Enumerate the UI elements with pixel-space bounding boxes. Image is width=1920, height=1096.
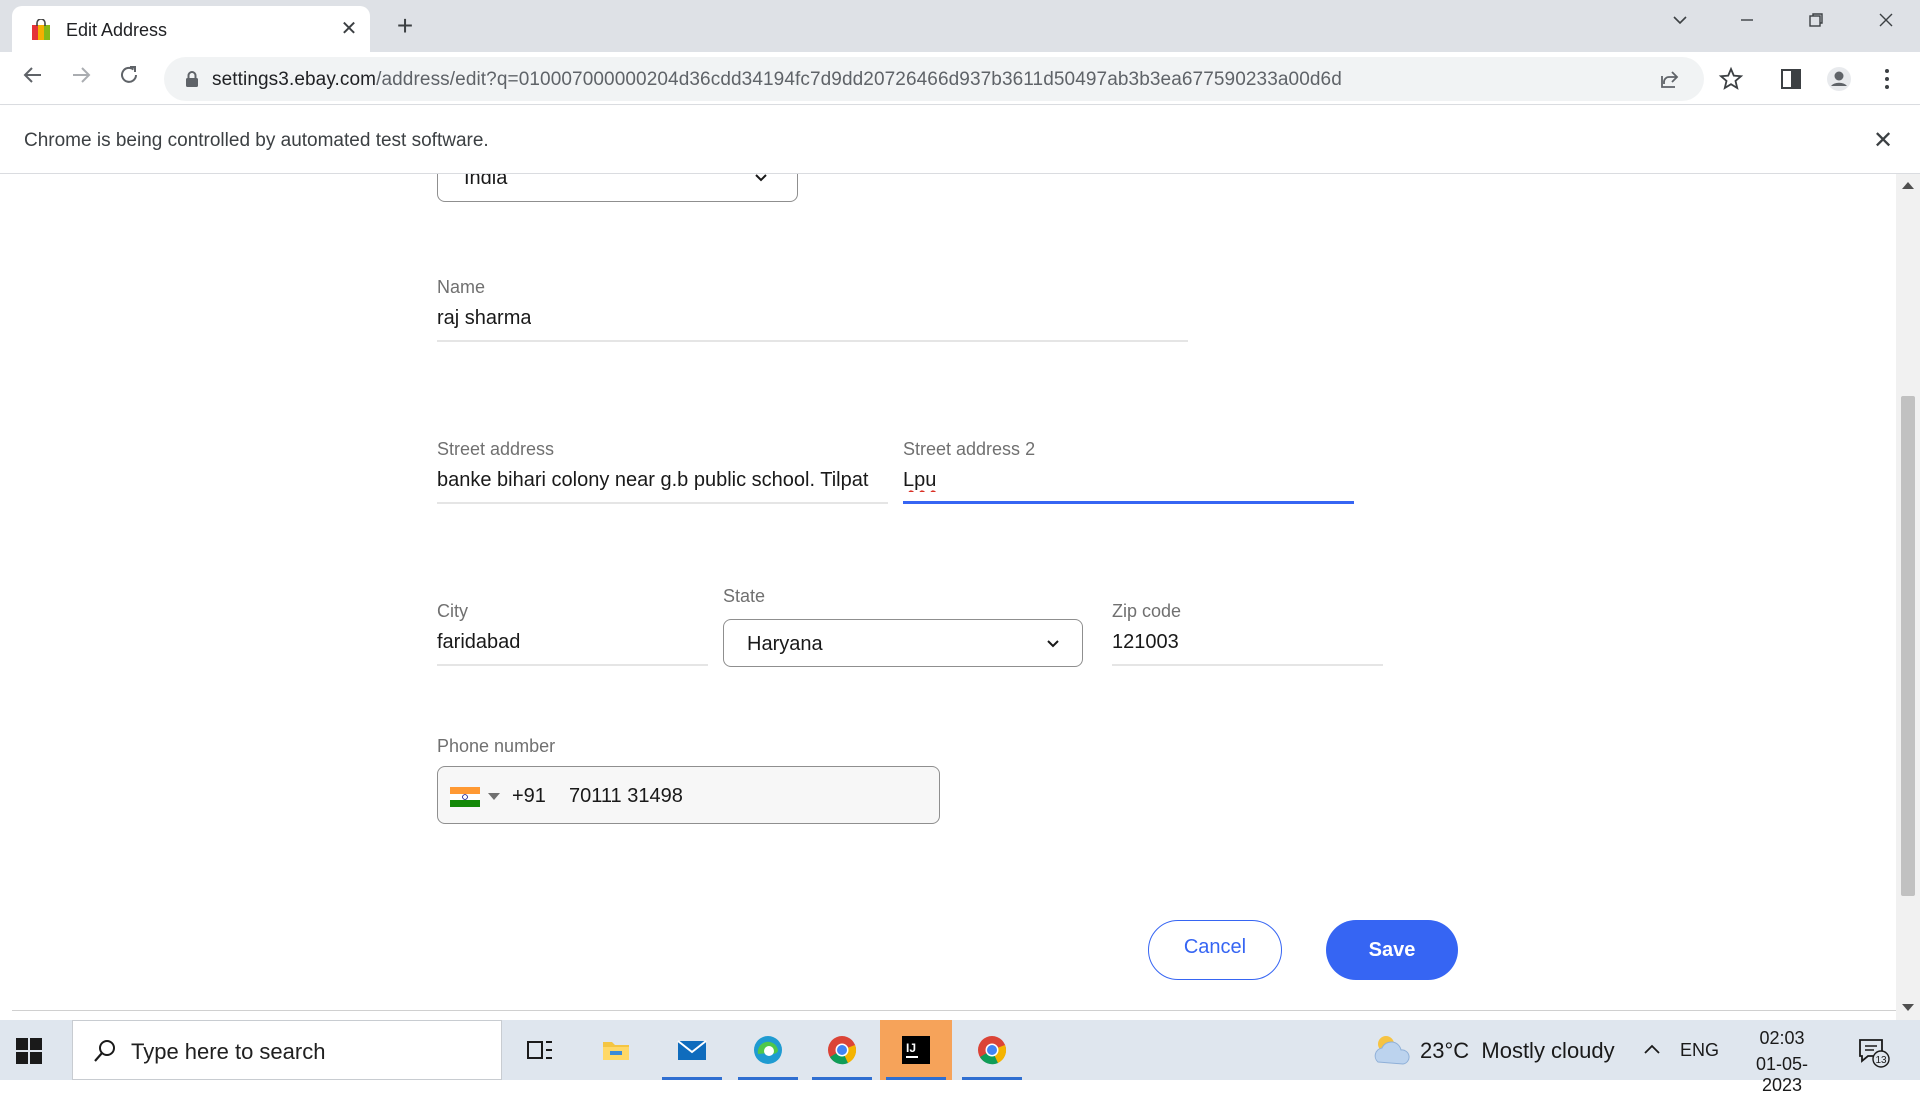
close-tab-icon[interactable]: ✕ <box>336 16 362 42</box>
browser-toolbar: settings3.ebay.com/address/edit?q=010007… <box>0 52 1920 105</box>
ebay-favicon-icon <box>32 19 50 40</box>
city-underline <box>437 664 708 666</box>
city-field[interactable]: faridabad <box>437 631 520 654</box>
phone-number-label: Phone number <box>437 736 556 756</box>
street-address-underline <box>437 502 888 504</box>
notification-count: 13 <box>1875 1055 1887 1066</box>
country-value: India <box>464 174 508 189</box>
url-host: settings3.ebay.com <box>212 69 377 90</box>
tab-edit-address[interactable]: Edit Address ✕ <box>12 6 370 52</box>
tab-title: Edit Address <box>66 20 168 40</box>
clock-date[interactable]: 01-05-2023 <box>1736 1054 1828 1096</box>
back-button[interactable] <box>16 62 50 96</box>
language-indicator[interactable]: ENG <box>1680 1040 1719 1061</box>
name-underline <box>437 340 1188 342</box>
automation-infobar: Chrome is being controlled by automated … <box>0 106 1920 174</box>
edge-browser-icon <box>754 1036 782 1064</box>
state-value: Haryana <box>747 633 823 655</box>
name-field[interactable]: raj sharma <box>437 307 531 330</box>
zip-code-field[interactable]: 121003 <box>1112 631 1179 654</box>
edit-address-form: India Name raj sharma Street address ban… <box>0 174 1896 1022</box>
scroll-down-arrow-icon[interactable] <box>1902 1004 1914 1011</box>
street-address-2-underline <box>903 501 1354 504</box>
minimize-button[interactable] <box>1727 8 1767 38</box>
lock-icon[interactable] <box>182 69 202 89</box>
task-view-button[interactable] <box>504 1020 576 1080</box>
page-bottom-divider <box>12 1010 1896 1011</box>
reload-button[interactable] <box>112 62 146 96</box>
street-address-label: Street address <box>437 439 555 459</box>
street-address-2-label: Street address 2 <box>903 439 1036 459</box>
india-flag-icon[interactable] <box>450 787 480 807</box>
profile-avatar-icon[interactable] <box>1826 66 1852 92</box>
new-tab-button[interactable]: + <box>390 12 420 42</box>
street-address-field[interactable]: banke bihari colony near g.b public scho… <box>437 469 888 492</box>
infobar-message: Chrome is being controlled by automated … <box>24 130 489 151</box>
state-label: State <box>723 586 766 606</box>
name-label: Name <box>437 277 486 297</box>
weather-text[interactable]: 23°C Mostly cloudy <box>1420 1038 1615 1064</box>
intellij-idea-icon: IJ <box>902 1036 930 1064</box>
phone-number-input[interactable]: +91 70111 31498 <box>437 766 940 824</box>
dial-code: +91 <box>512 785 546 807</box>
zip-code-underline <box>1112 664 1383 666</box>
search-placeholder: Type here to search <box>131 1039 326 1064</box>
scroll-thumb[interactable] <box>1901 396 1915 896</box>
zip-code-label: Zip code <box>1112 601 1182 621</box>
folder-icon <box>603 1042 629 1060</box>
cancel-button[interactable]: Cancel <box>1148 920 1282 980</box>
url-text: settings3.ebay.com/address/edit?q=010007… <box>212 69 1342 91</box>
more-menu-icon[interactable] <box>1874 66 1900 92</box>
close-window-button[interactable] <box>1866 8 1906 38</box>
mail-app-button[interactable] <box>656 1020 728 1080</box>
svg-text:IJ: IJ <box>906 1041 916 1055</box>
infobar-close-icon[interactable]: ✕ <box>1868 126 1898 156</box>
chevron-up-icon[interactable] <box>1640 1038 1664 1062</box>
clock-time[interactable]: 02:03 <box>1736 1028 1828 1049</box>
tab-search-icon[interactable] <box>1660 8 1700 38</box>
windows-taskbar: Type here to search IJ 23°C Mostly cloud… <box>0 1020 1920 1095</box>
phone-number-value[interactable]: 70111 31498 <box>569 785 683 808</box>
city-label: City <box>437 601 468 621</box>
address-bar[interactable]: settings3.ebay.com/address/edit?q=010007… <box>164 57 1704 101</box>
side-panel-icon[interactable] <box>1778 66 1804 92</box>
chrome-browser-icon <box>828 1036 857 1065</box>
state-select[interactable]: Haryana <box>723 619 1083 667</box>
restore-button[interactable] <box>1796 8 1836 38</box>
save-button[interactable]: Save <box>1326 920 1458 980</box>
mail-icon <box>677 1040 707 1060</box>
chevron-down-icon <box>755 174 767 182</box>
scroll-up-arrow-icon[interactable] <box>1902 182 1914 189</box>
search-icon <box>94 1040 115 1062</box>
edge-app-button[interactable] <box>732 1020 804 1080</box>
page-scrollbar[interactable] <box>1896 174 1920 1022</box>
chevron-down-icon <box>1047 640 1059 648</box>
task-view-icon <box>527 1041 552 1059</box>
country-code-caret-icon[interactable] <box>488 793 500 800</box>
url-path: /address/edit?q=010007000000204d36cdd341… <box>376 69 1342 90</box>
bookmark-star-icon[interactable] <box>1718 66 1744 92</box>
weather-cloudy-icon[interactable] <box>1370 1030 1412 1068</box>
notification-center-icon[interactable]: 13 <box>1856 1034 1890 1068</box>
intellij-app-button[interactable]: IJ <box>880 1020 952 1080</box>
windows-start-icon[interactable] <box>14 1036 44 1066</box>
chrome-app-button-2[interactable] <box>956 1020 1028 1080</box>
file-explorer-button[interactable] <box>580 1020 652 1080</box>
tab-strip: Edit Address ✕ + <box>0 0 1920 52</box>
street-address-2-field[interactable]: Lpu <box>903 469 936 492</box>
taskbar-search-box[interactable]: Type here to search <box>72 1020 502 1080</box>
share-icon[interactable] <box>1658 67 1682 91</box>
chrome-app-button[interactable] <box>806 1020 878 1080</box>
chrome-browser-icon <box>978 1036 1007 1065</box>
forward-button[interactable] <box>64 62 98 96</box>
country-select[interactable]: India <box>437 174 798 202</box>
